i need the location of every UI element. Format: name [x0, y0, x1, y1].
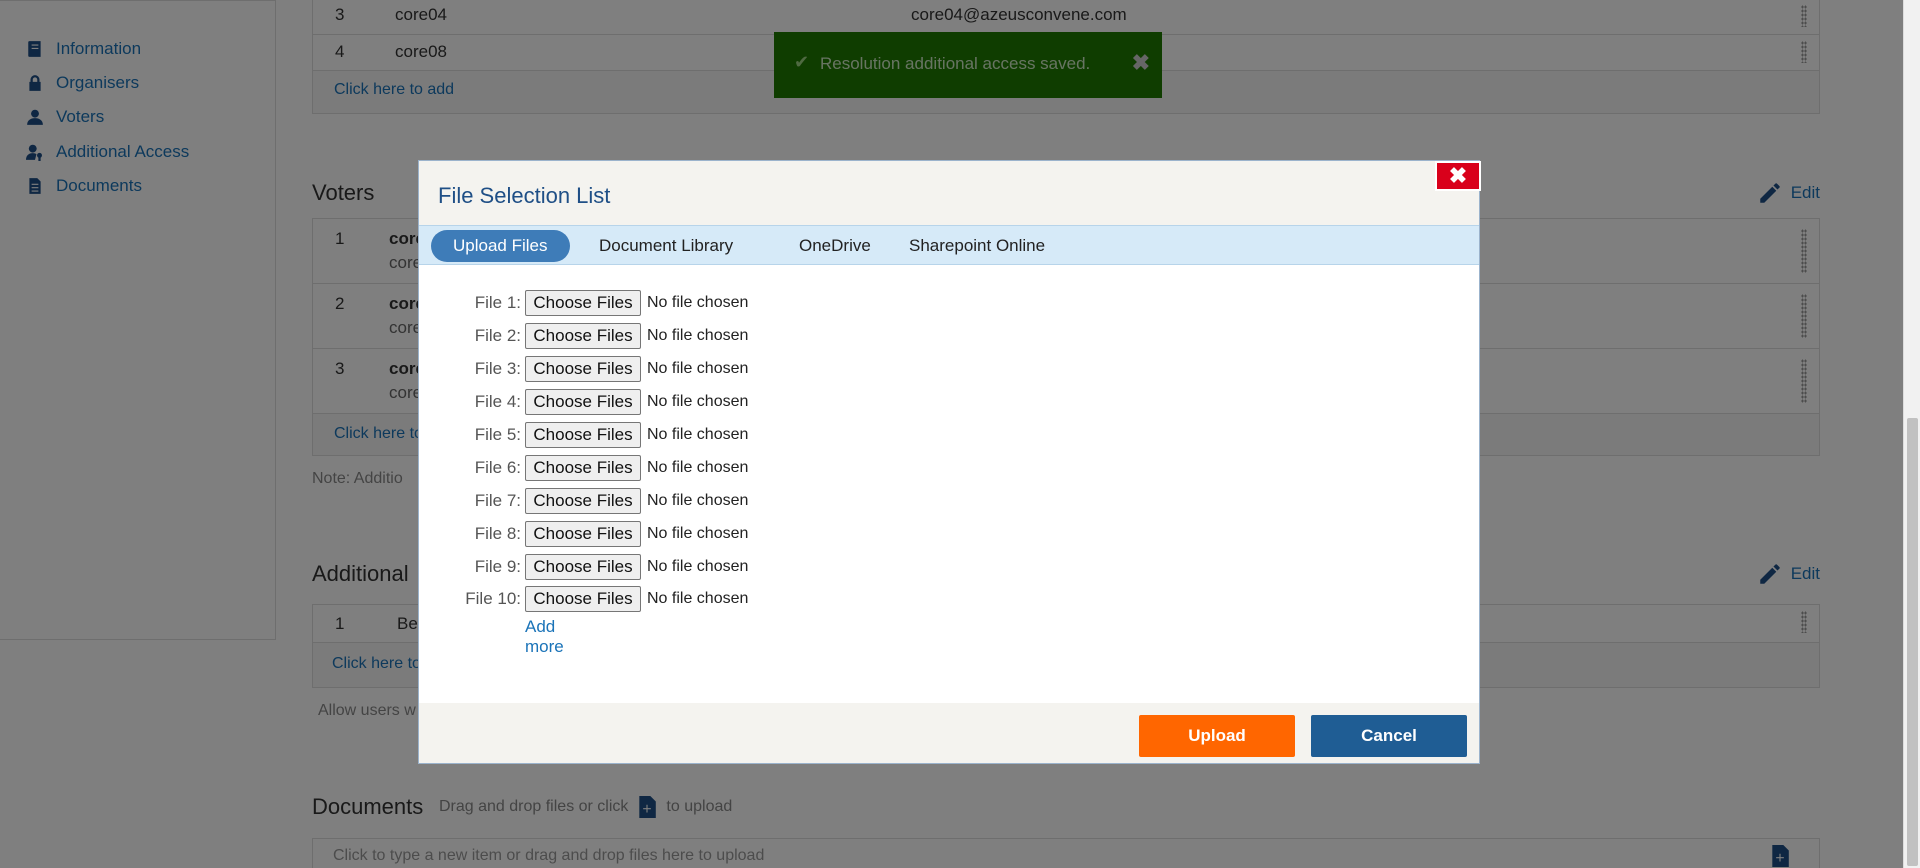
file-status: No file chosen — [647, 327, 749, 344]
choose-files-button[interactable]: Choose Files — [525, 554, 641, 580]
file-status: No file chosen — [647, 492, 749, 509]
file-label: File 6: — [474, 458, 521, 477]
file-status: No file chosen — [647, 459, 749, 476]
upload-button[interactable]: Upload — [1139, 715, 1295, 757]
file-status: No file chosen — [647, 360, 749, 377]
close-icon: ✖ — [1448, 163, 1468, 188]
file-status: No file chosen — [647, 294, 749, 311]
choose-files-button[interactable]: Choose Files — [525, 290, 641, 316]
modal-header: File Selection List — [419, 161, 1479, 225]
file-label: File 2: — [474, 326, 521, 345]
tab-onedrive[interactable]: OneDrive — [777, 230, 893, 262]
choose-files-button[interactable]: Choose Files — [525, 455, 641, 481]
choose-files-button[interactable]: Choose Files — [525, 389, 641, 415]
cancel-button[interactable]: Cancel — [1311, 715, 1467, 757]
file-row: File 1: Choose Files No file chosen — [419, 290, 1019, 316]
scrollbar-thumb[interactable] — [1907, 418, 1918, 866]
modal-title: File Selection List — [438, 183, 611, 208]
file-label: File 9: — [474, 557, 521, 576]
file-row: File 3: Choose Files No file chosen — [419, 356, 1019, 382]
modal-close-button[interactable]: ✖ — [1435, 161, 1481, 191]
choose-files-button[interactable]: Choose Files — [525, 422, 641, 448]
choose-files-button[interactable]: Choose Files — [525, 323, 641, 349]
file-row: File 8: Choose Files No file chosen — [419, 521, 1019, 547]
file-selection-modal: File Selection List ✖ Upload Files Docum… — [418, 160, 1481, 764]
tab-document-library[interactable]: Document Library — [577, 230, 755, 262]
choose-files-button[interactable]: Choose Files — [525, 586, 641, 612]
choose-files-button[interactable]: Choose Files — [525, 521, 641, 547]
file-label: File 1: — [474, 293, 521, 312]
file-status: No file chosen — [647, 590, 749, 607]
add-more-link[interactable]: Add more — [525, 617, 564, 657]
file-label: File 10: — [465, 589, 521, 608]
file-label: File 3: — [474, 359, 521, 378]
file-label: File 8: — [474, 524, 521, 543]
choose-files-button[interactable]: Choose Files — [525, 356, 641, 382]
file-label: File 5: — [474, 425, 521, 444]
file-status: No file chosen — [647, 393, 749, 410]
file-row: File 4: Choose Files No file chosen — [419, 389, 1019, 415]
tab-sharepoint-online[interactable]: Sharepoint Online — [887, 230, 1067, 262]
file-status: No file chosen — [647, 525, 749, 542]
file-row: File 6: Choose Files No file chosen — [419, 455, 1019, 481]
file-label: File 4: — [474, 392, 521, 411]
choose-files-button[interactable]: Choose Files — [525, 488, 641, 514]
file-row: File 7: Choose Files No file chosen — [419, 488, 1019, 514]
tab-bar: Upload Files Document Library OneDrive S… — [419, 225, 1479, 265]
file-status: No file chosen — [647, 426, 749, 443]
file-status: No file chosen — [647, 558, 749, 575]
file-row: File 2: Choose Files No file chosen — [419, 323, 1019, 349]
file-row: File 9: Choose Files No file chosen — [419, 554, 1019, 580]
file-row: File 5: Choose Files No file chosen — [419, 422, 1019, 448]
file-label: File 7: — [474, 491, 521, 510]
tab-upload-files[interactable]: Upload Files — [431, 230, 570, 262]
modal-footer: Upload Cancel — [419, 703, 1479, 763]
page-scrollbar[interactable] — [1903, 0, 1920, 868]
file-row: File 10: Choose Files No file chosen — [419, 586, 1019, 612]
